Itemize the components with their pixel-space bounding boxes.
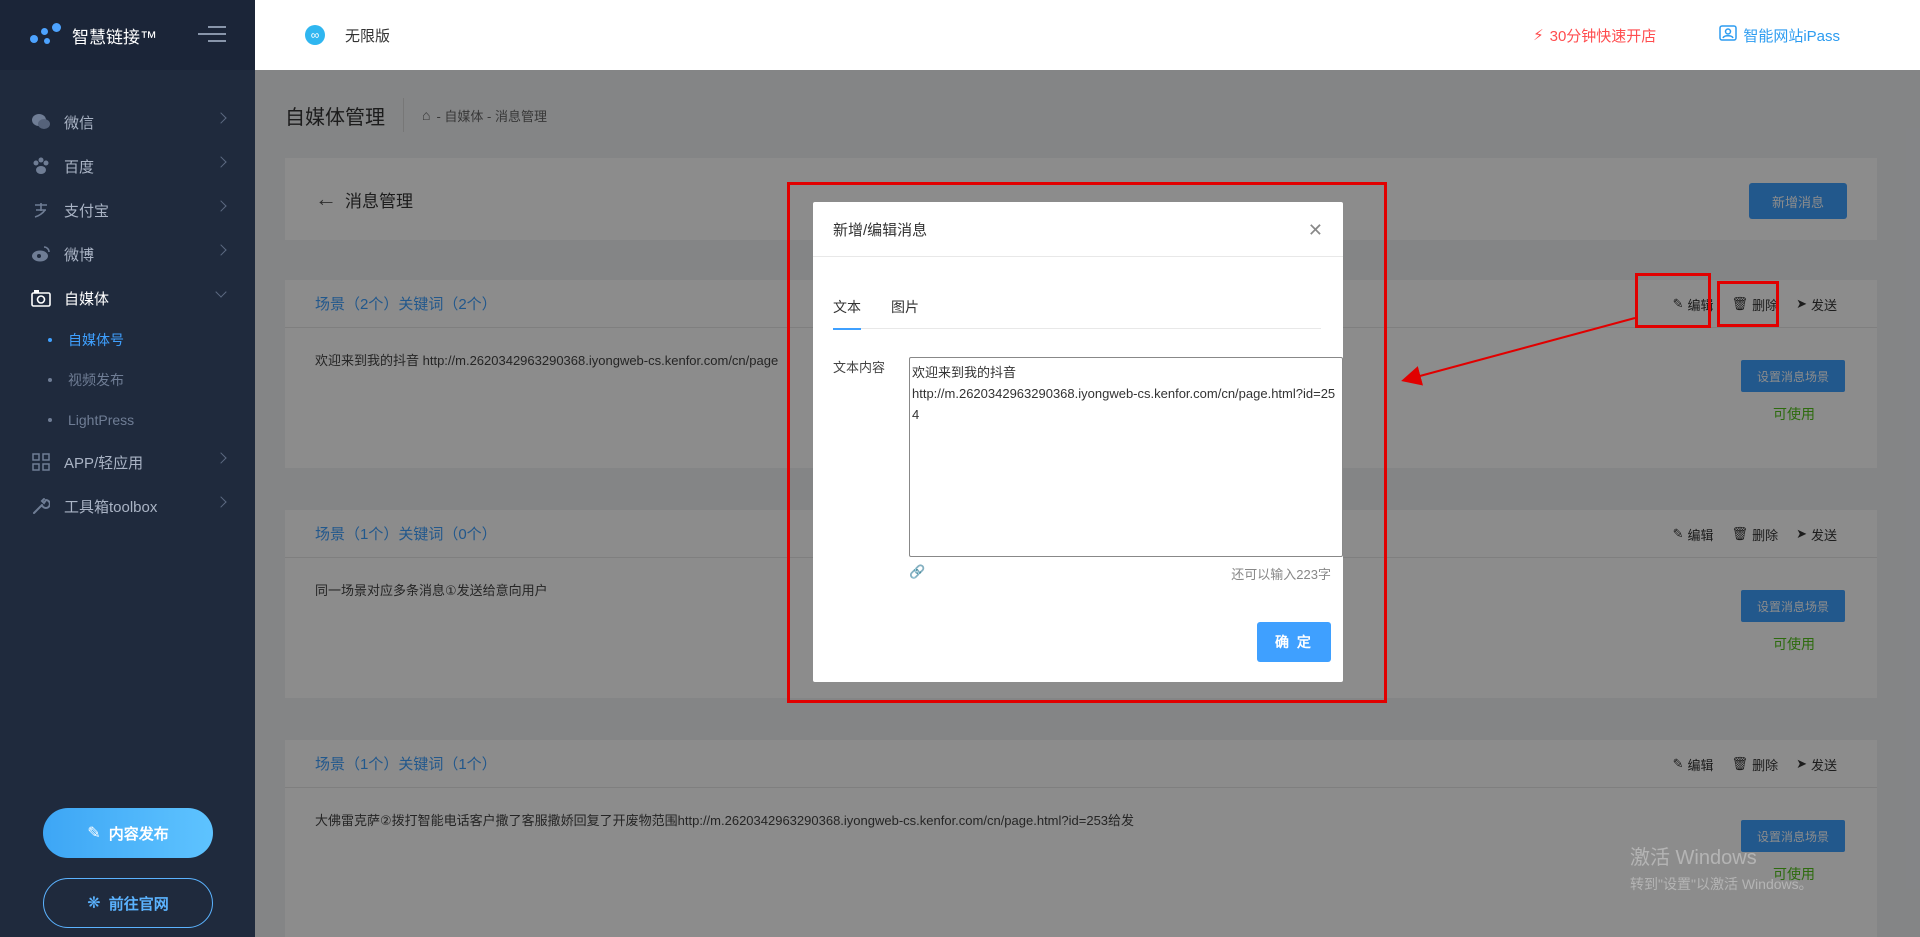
- sidebar-item-label: 微博: [64, 246, 95, 264]
- quick-open-store-link[interactable]: ⚡ 30分钟快速开店: [1533, 25, 1656, 46]
- sidebar-item-baidu[interactable]: 百度: [0, 144, 255, 188]
- chevron-right-icon: [215, 112, 227, 124]
- windows-activation-watermark: 激活 Windows 转到"设置"以激活 Windows。: [1630, 841, 1813, 894]
- sidebar-item-toolbox[interactable]: 工具箱toolbox: [0, 484, 255, 528]
- chevron-down-icon: [215, 286, 227, 298]
- ipass-icon: [1719, 25, 1738, 45]
- official-site-button[interactable]: ❋ 前往官网: [43, 878, 213, 928]
- camera-icon: [30, 287, 52, 309]
- lightning-icon: ⚡: [1533, 27, 1544, 44]
- sidebar-item-weibo[interactable]: 微博: [0, 232, 255, 276]
- infinity-icon: ∞: [305, 25, 325, 45]
- chevron-right-icon: [215, 496, 227, 508]
- sidebar-item-label: 支付宝: [64, 202, 110, 220]
- sidebar-item-app[interactable]: APP/轻应用: [0, 440, 255, 484]
- submenu-item-label: LightPress: [68, 412, 135, 428]
- sidebar-item-label: 工具箱toolbox: [64, 498, 158, 516]
- sidebar-item-label: 微信: [64, 114, 95, 132]
- sidebar-item-label: APP/轻应用: [64, 454, 144, 472]
- ipass-label: 智能网站iPass: [1743, 27, 1840, 45]
- quick-open-label: 30分钟快速开店: [1549, 27, 1657, 45]
- submenu-item-media-account[interactable]: 自媒体号: [0, 320, 255, 360]
- watermark-line2: 转到"设置"以激活 Windows。: [1630, 876, 1813, 892]
- app-name: 智慧链接™: [72, 27, 157, 47]
- publish-content-button[interactable]: ✎ 内容发布: [43, 808, 213, 858]
- chevron-right-icon: [215, 200, 227, 212]
- baidu-paw-icon: [30, 155, 52, 177]
- wechat-icon: [30, 111, 52, 133]
- sidebar: 智慧链接™ 微信 百度 支付宝 微博 自媒体 自媒体号 视频发布 LightPr…: [0, 0, 255, 937]
- submenu-item-video-publish[interactable]: 视频发布: [0, 360, 255, 400]
- publish-content-label: 内容发布: [108, 825, 169, 843]
- submenu-item-lightpress[interactable]: LightPress: [0, 400, 255, 440]
- annotation-box-delete: [1717, 281, 1779, 327]
- topbar: ∞ 无限版 ⚡ 30分钟快速开店 智能网站iPass: [255, 0, 1920, 70]
- submenu-item-label: 视频发布: [68, 372, 124, 388]
- bullet-icon: [48, 338, 52, 342]
- official-site-label: 前往官网: [108, 895, 169, 913]
- wrench-icon: [30, 495, 52, 517]
- app-grid-icon: [30, 451, 52, 473]
- annotation-box-dialog: [787, 182, 1387, 703]
- collapse-menu-icon[interactable]: [198, 26, 226, 44]
- bullet-icon: [48, 418, 52, 422]
- sidebar-item-alipay[interactable]: 支付宝: [0, 188, 255, 232]
- alipay-icon: [30, 199, 52, 221]
- sidebar-item-label: 自媒体: [64, 290, 110, 308]
- ipass-link[interactable]: 智能网站iPass: [1719, 25, 1840, 46]
- weibo-icon: [30, 243, 52, 265]
- sidebar-item-wechat[interactable]: 微信: [0, 100, 255, 144]
- submenu-item-label: 自媒体号: [68, 332, 124, 348]
- edit-icon: ✎: [87, 825, 101, 842]
- sidebar-item-label: 百度: [64, 158, 95, 176]
- watermark-line1: 激活 Windows: [1630, 847, 1757, 869]
- edition-label: 无限版: [345, 27, 391, 45]
- bullet-icon: [48, 378, 52, 382]
- chevron-right-icon: [215, 452, 227, 464]
- annotation-box-edit: [1635, 273, 1711, 328]
- topbar-right: ⚡ 30分钟快速开店 智能网站iPass: [1533, 0, 1920, 70]
- sidebar-menu: 微信 百度 支付宝 微博 自媒体 自媒体号 视频发布 LightPress AP…: [0, 100, 255, 528]
- chevron-right-icon: [215, 156, 227, 168]
- logo-icon: [28, 23, 64, 47]
- chevron-right-icon: [215, 244, 227, 256]
- logo-icon: ❋: [87, 895, 101, 912]
- sidebar-item-media[interactable]: 自媒体: [0, 276, 255, 320]
